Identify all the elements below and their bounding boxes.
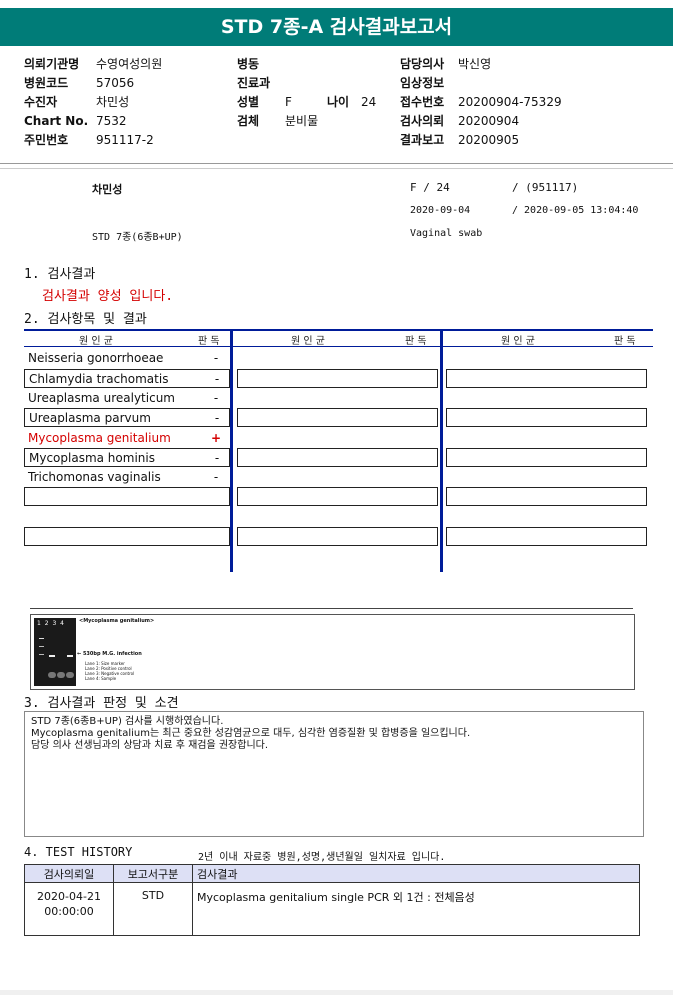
summary-name: 차민성 [92,183,123,196]
summary-date-reported: / 2020-09-05 13:04:40 [512,205,639,216]
pathogen-result: - [214,451,220,465]
pathogen-row: Ureaplasma urealyticum - [24,389,230,408]
header-divider [0,163,673,164]
report-page: STD 7종-A 검사결과보고서 의뢰기관명 수영여성의원 병원코드 57056 수… [0,0,673,990]
section4-title: 4. TEST HISTORY [24,845,133,859]
pathogen-result: - [214,372,220,386]
pathogen-result: - [213,351,219,365]
history-result-cell: Mycoplasma genitalium single PCR 외 1건 : … [192,882,640,936]
pathogen-name: Trichomonas vaginalis [28,470,161,484]
pathogen-result: - [213,391,219,405]
table-head-line [24,346,653,347]
summary-specimen: Vaginal swab [410,228,483,239]
col1-pathogen-header: 원 인 균 [79,336,113,347]
summary-birth: / (951117) [512,181,579,194]
pathogen-name: Ureaplasma parvum [29,411,151,425]
empty-cell [446,408,647,427]
pathogen-name: Mycoplasma genitalium [28,431,171,445]
empty-cell [446,487,647,506]
section2-title: 2. 검사항목 및 결과 [24,312,147,327]
sex-value: F [285,95,292,109]
gel-electrophoresis-image: 1 2 3 4 [34,618,76,686]
header-divider-2 [0,168,673,169]
pathogen-row: Chlamydia trachomatis - [24,369,230,388]
gel-band-label: ← 530bp M.G. infection [77,651,142,657]
patient-value: 차민성 [96,95,130,109]
table-top-line [24,329,653,331]
chart-value: 7532 [96,114,127,128]
empty-cell [237,487,438,506]
hospital-value: 수영여성의원 [96,57,163,71]
col3-pathogen-header: 원 인 균 [501,336,535,347]
summary-test: STD 7종(6종B+UP) [92,232,183,243]
pathogen-result: - [214,411,220,425]
history-table: 검사의뢰일 보고서구분 검사결과 2020-04-21 00:00:00 STD… [24,864,640,936]
pathogen-row: Ureaplasma parvum - [24,408,230,427]
history-note: 2년 이내 자료중 병원,성명,생년월일 일치자료 입니다. [198,852,446,863]
history-col-date: 검사의뢰일 [24,864,114,883]
info-col-mid: 병동 진료과 성별 F 나이 24 검체 분비물 [237,57,377,128]
specimen-value: 분비물 [285,114,319,128]
summary-date-received: 2020-09-04 [410,205,471,216]
history-date-cell: 2020-04-21 00:00:00 [24,882,114,936]
result-summary: 검사결과 양성 입니다. [42,289,174,304]
summary-sex-age: F / 24 [410,181,450,194]
ssn-value: 951117-2 [96,133,154,147]
opinion-line: 담당 의사 선생님과의 상담과 치료 후 재검을 권장합니다. [31,740,269,751]
history-type-cell: STD [113,882,193,936]
pathogen-name: Ureaplasma urealyticum [28,391,175,405]
col1-judgement-header: 판 독 [198,336,220,347]
request-value: 20200904 [458,114,520,128]
pathogen-row-empty [24,487,230,506]
code-value: 57056 [96,76,135,90]
empty-cell [446,448,647,467]
pathogen-row: Neisseria gonorrhoeae - [24,349,230,368]
empty-cell [446,369,647,388]
empty-cell [237,448,438,467]
receipt-value: 20200904-75329 [458,95,562,109]
empty-cell [237,527,438,546]
info-col-left: 의뢰기관명 수영여성의원 병원코드 57056 수진자 차민성 Chart No. 75… [24,57,163,147]
opinion-line: Mycoplasma genitalium는 최근 중요한 성감염균으로 대두,… [31,728,471,739]
empty-cell [237,369,438,388]
pathogen-row: Mycoplasma hominis - [24,448,230,467]
opinion-line: STD 7종(6종B+UP) 검사를 시행하였습니다. [31,716,224,727]
info-col-right: 담당의사 박신영 임상정보 접수번호 20200904-75329 검사의뢰 2020… [400,57,562,147]
pathogen-result: + [210,431,222,445]
pathogen-row-positive: Mycoplasma genitalium + [24,429,230,448]
history-col-type: 보고서구분 [113,864,193,883]
pathogen-name: Chlamydia trachomatis [29,372,169,386]
report-title: STD 7종-A 검사결과보고서 [0,8,673,46]
gel-legend: Lane 1: Size marker Lane 2: Positive con… [85,661,135,681]
pathogen-name: Neisseria gonorrhoeae [28,351,164,365]
history-col-result: 검사결과 [192,864,640,883]
col2-pathogen-header: 원 인 균 [291,336,325,347]
empty-cell [237,408,438,427]
report-value: 20200905 [458,133,520,147]
pathogen-result: - [213,470,219,484]
empty-cell [446,527,647,546]
pathogen-row-empty [24,527,230,546]
column-divider-1 [230,329,233,572]
col2-judgement-header: 판 독 [405,336,427,347]
doctor-value: 박신영 [458,57,492,71]
gel-top-line [30,608,633,609]
table-row: 2020-04-21 00:00:00 STD Mycoplasma genit… [24,882,640,936]
gel-caption: <Mycoplasma genitalium> [79,618,155,624]
gel-image-panel: 1 2 3 4 <Mycoplasma genitalium> ← 530bp … [30,614,635,690]
age-value: 24 [361,95,377,109]
column-divider-2 [440,329,443,572]
pathogen-row: Trichomonas vaginalis - [24,468,230,487]
pathogen-name: Mycoplasma hominis [29,451,155,465]
col3-judgement-header: 판 독 [614,336,636,347]
opinion-box: STD 7종(6종B+UP) 검사를 시행하였습니다. Mycoplasma g… [24,711,644,837]
gel-lane-numbers: 1 2 3 4 [37,620,65,627]
section3-title: 3. 검사결과 판정 및 소견 [24,696,179,711]
section1-title: 1. 검사결과 [24,267,96,282]
